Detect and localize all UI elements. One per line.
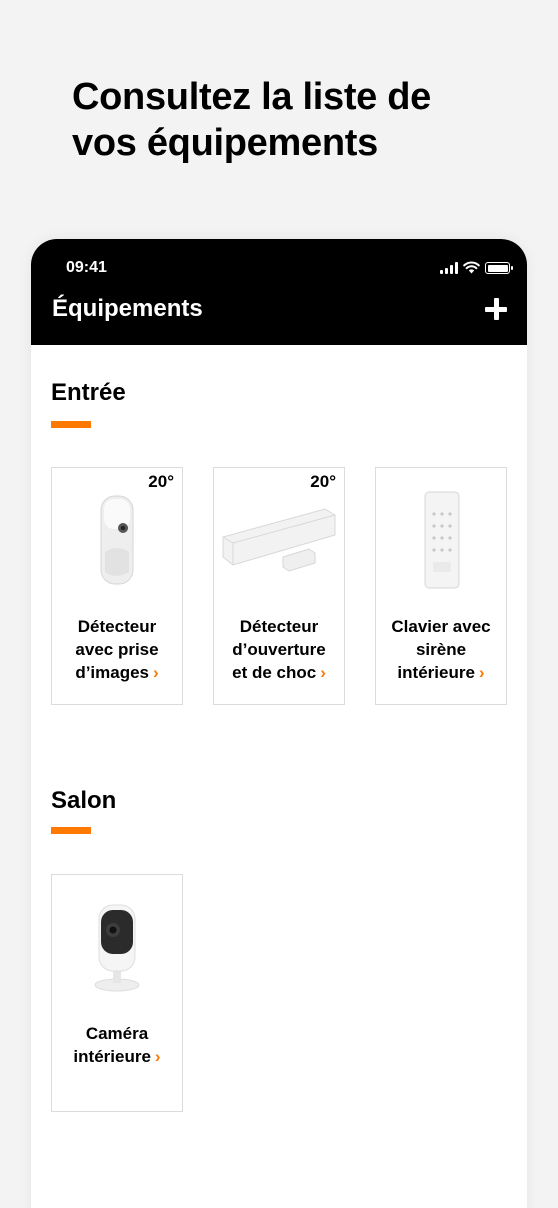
section-title-entree: Entrée bbox=[51, 379, 126, 406]
app-header: 09:41 Équipements bbox=[31, 239, 527, 345]
add-equipment-button[interactable] bbox=[485, 298, 507, 320]
opening-detector-image bbox=[214, 482, 344, 598]
equipment-label: Détecteur d’ouverture et de choc › bbox=[232, 617, 326, 682]
keypad-image bbox=[376, 482, 506, 598]
battery-icon bbox=[485, 262, 513, 274]
equipment-card-indoor-camera[interactable]: Caméra intérieure › bbox=[51, 874, 183, 1112]
chevron-right-icon: › bbox=[478, 663, 485, 682]
section-title-salon: Salon bbox=[51, 787, 117, 814]
equipment-card-opening-detector[interactable]: 20° Détecteur d’ouverture et de choc › bbox=[213, 467, 345, 705]
status-icons bbox=[440, 260, 513, 274]
headline-line-2: vos équipements bbox=[72, 122, 378, 164]
image-detector-image bbox=[52, 482, 182, 598]
page-title: Équipements bbox=[52, 295, 203, 322]
chevron-right-icon: › bbox=[154, 1047, 161, 1066]
section-underline bbox=[51, 827, 91, 834]
headline-line-1: Consultez la liste de bbox=[72, 76, 432, 118]
equipment-card-image-detector[interactable]: 20° Détecteur avec prise d’images › bbox=[51, 467, 183, 705]
indoor-camera-image bbox=[52, 889, 182, 1005]
equipment-label: Caméra intérieure › bbox=[73, 1024, 161, 1066]
cellular-signal-icon bbox=[440, 262, 458, 274]
chevron-right-icon: › bbox=[320, 663, 326, 682]
equipment-label: Clavier avec sirène intérieure › bbox=[391, 617, 491, 682]
chevron-right-icon: › bbox=[153, 663, 159, 682]
status-time: 09:41 bbox=[66, 259, 107, 276]
promo-headline: Consultez la liste de vos équipements bbox=[72, 74, 532, 166]
wifi-icon bbox=[463, 261, 480, 274]
equipment-label: Détecteur avec prise d’images › bbox=[75, 617, 159, 682]
equipment-card-keypad[interactable]: Clavier avec sirène intérieure › bbox=[375, 467, 507, 705]
phone-screen: 09:41 Équipements Entrée 20° Détecteur a… bbox=[31, 239, 527, 1208]
section-underline bbox=[51, 421, 91, 428]
